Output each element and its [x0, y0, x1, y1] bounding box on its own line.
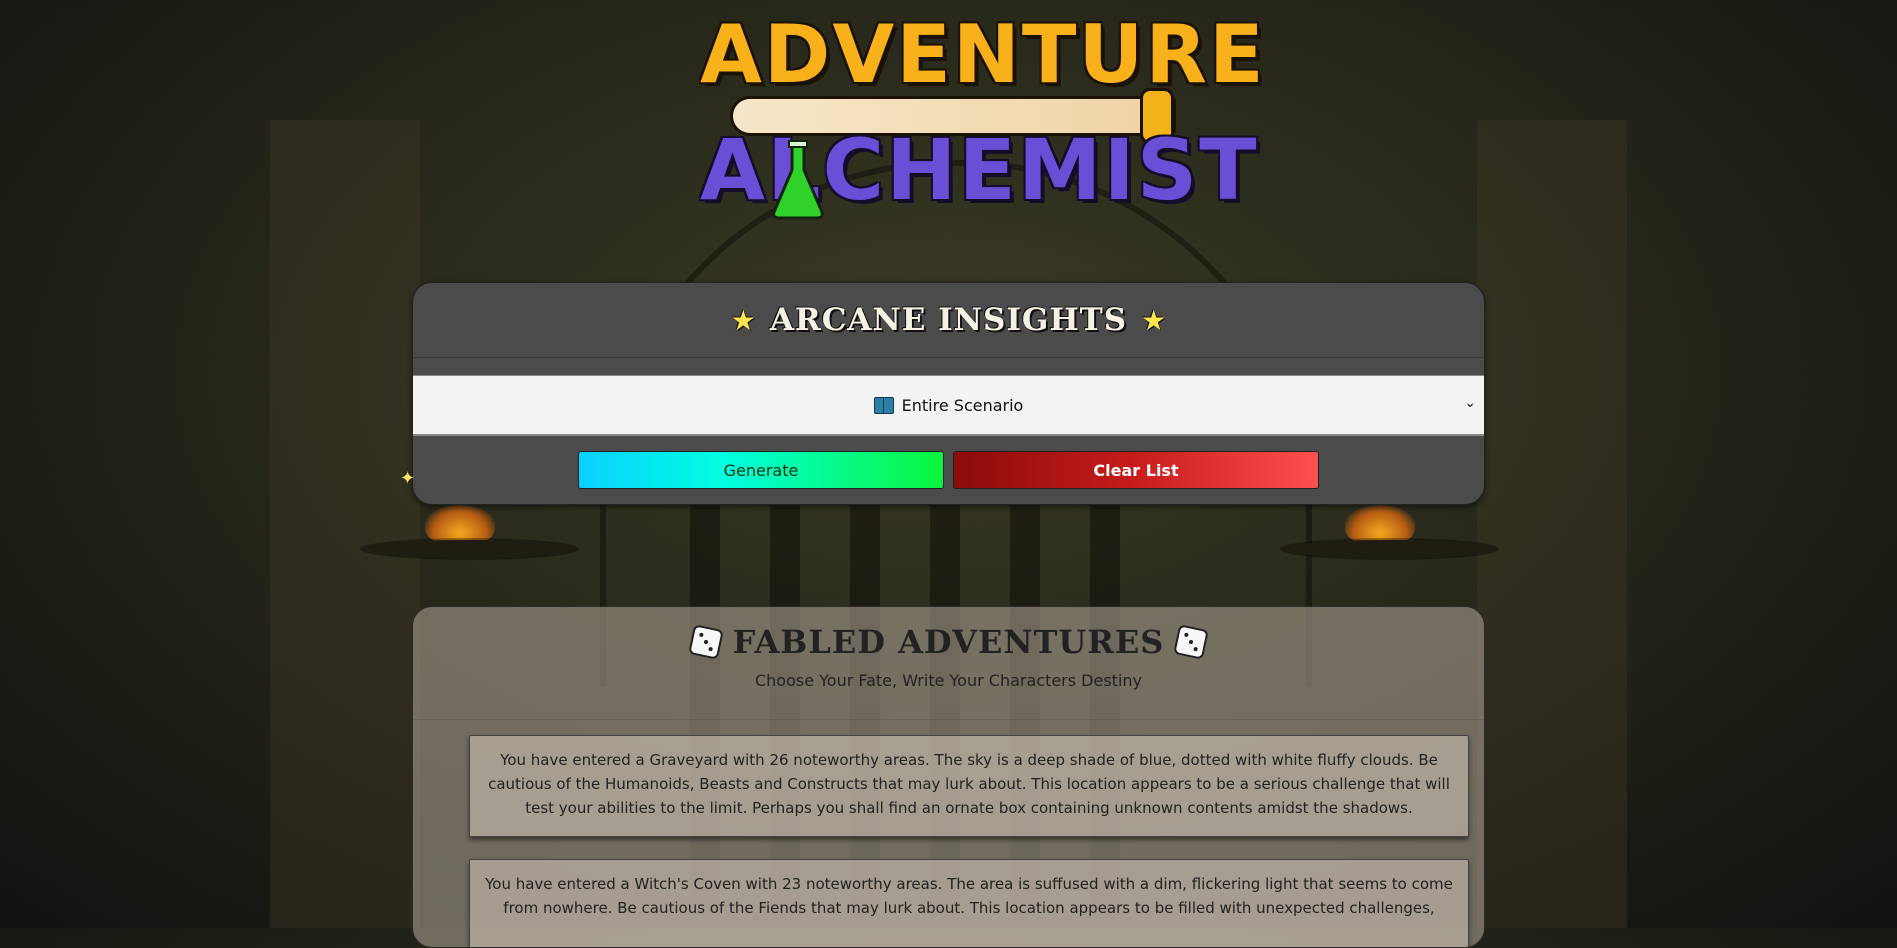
- chevron-down-icon: ⌄: [1464, 395, 1476, 411]
- adventure-entry: You have entered a Graveyard with 26 not…: [469, 735, 1469, 837]
- arcane-insights-panel: ★ ARCANE INSIGHTS ★ Entire Scenario ⌄ Ge…: [412, 282, 1485, 505]
- fabled-adventures-panel: FABLED ADVENTURES Choose Your Fate, Writ…: [412, 606, 1485, 948]
- logo-text-adventure: ADVENTURE: [700, 8, 1266, 101]
- app-logo: ADVENTURE ALCHEMIST: [700, 8, 1266, 220]
- brazier-flame-right: [1345, 505, 1415, 545]
- brazier-flame-left: [425, 505, 495, 545]
- background-pillar-right: [1477, 120, 1627, 928]
- brazier-left: [362, 540, 577, 558]
- adventures-header: FABLED ADVENTURES Choose Your Fate, Writ…: [413, 607, 1484, 720]
- dice-icon: [1173, 624, 1210, 660]
- insights-title: ARCANE INSIGHTS: [769, 302, 1128, 338]
- scenario-select-value: Entire Scenario: [901, 395, 1024, 415]
- flask-icon: [772, 140, 824, 220]
- sparkle-icon: ✦: [400, 468, 416, 489]
- star-icon: ★: [730, 303, 756, 337]
- dice-icon: [687, 624, 724, 660]
- scenario-select[interactable]: Entire Scenario ⌄: [413, 375, 1484, 436]
- insights-header: ★ ARCANE INSIGHTS ★: [413, 283, 1484, 358]
- adventures-subtitle: Choose Your Fate, Write Your Characters …: [754, 671, 1143, 690]
- background-pillar-left: [270, 120, 420, 928]
- book-icon: [873, 396, 894, 414]
- clear-list-button[interactable]: Clear List: [953, 451, 1319, 489]
- generate-button[interactable]: Generate: [578, 451, 944, 489]
- brazier-right: [1282, 540, 1497, 558]
- adventure-entry: You have entered a Witch's Coven with 23…: [469, 859, 1469, 947]
- star-icon: ★: [1141, 303, 1167, 337]
- adventures-title: FABLED ADVENTURES: [732, 623, 1165, 661]
